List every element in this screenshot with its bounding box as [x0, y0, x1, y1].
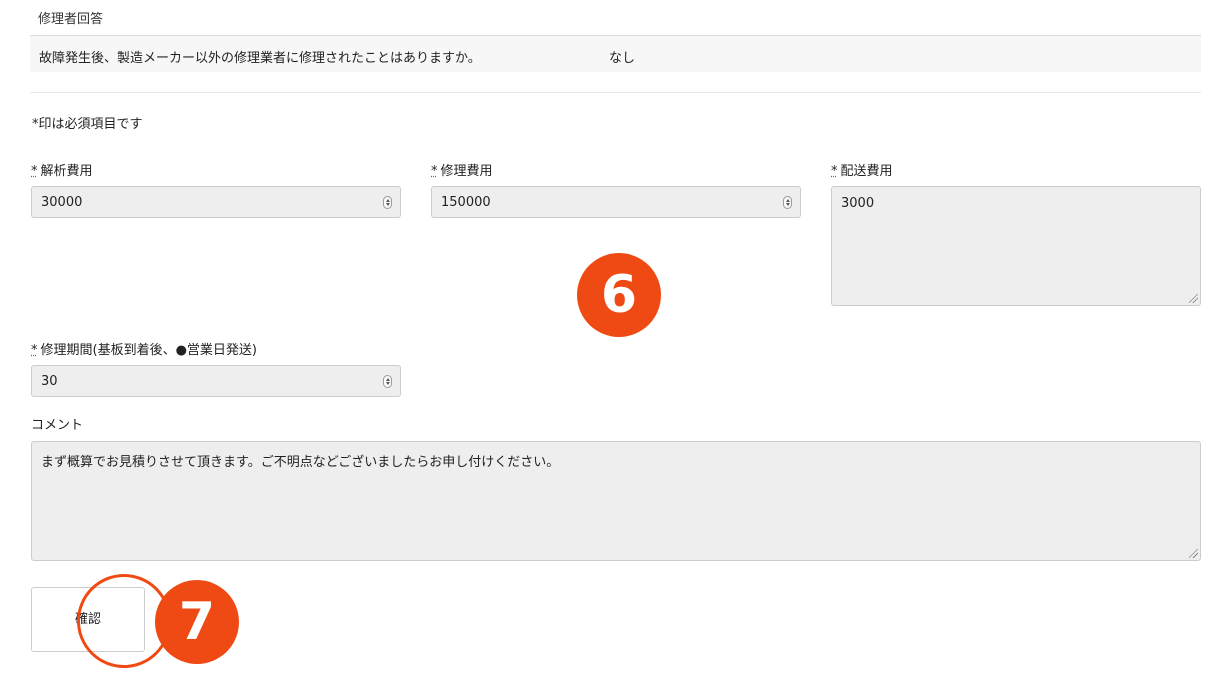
resize-grip-icon[interactable] — [1189, 294, 1198, 303]
required-mark: * — [31, 343, 38, 358]
required-mark: * — [831, 164, 838, 179]
repair-period-label: * 修理期間(基板到着後、●営業日発送) — [31, 339, 257, 358]
section-title: 修理者回答 — [38, 12, 104, 27]
repair-fee-label-text: 修理費用 — [440, 164, 493, 179]
analysis-fee-label: * 解析費用 — [31, 160, 93, 179]
shipping-fee-textarea[interactable]: 3000 — [831, 186, 1201, 306]
answer-question: 故障発生後、製造メーカー以外の修理業者に修理されたことはありますか。 — [39, 51, 481, 66]
shipping-fee-value: 3000 — [841, 196, 875, 211]
shipping-fee-label-text: 配送費用 — [840, 164, 893, 179]
step-6-badge: 6 — [577, 253, 661, 337]
comment-textarea[interactable]: まず概算でお見積りさせて頂きます。ご不明点などございましたらお申し付けください。 — [31, 441, 1201, 561]
repair-period-value: 30 — [41, 374, 58, 389]
number-spinner-icon[interactable] — [383, 196, 392, 209]
repair-quote-page: 修理者回答 故障発生後、製造メーカー以外の修理業者に修理されたことはありますか。… — [0, 0, 1230, 700]
number-spinner-icon[interactable] — [783, 196, 792, 209]
required-note: *印は必須項目です — [32, 117, 143, 132]
answer-value: なし — [609, 51, 636, 66]
divider — [30, 92, 1201, 93]
repair-fee-input[interactable]: 150000 — [431, 186, 801, 218]
required-mark: * — [31, 164, 38, 179]
comment-label: コメント — [31, 418, 84, 433]
shipping-fee-label: * 配送費用 — [831, 160, 893, 179]
repair-fee-label: * 修理費用 — [431, 160, 493, 179]
required-mark: * — [431, 164, 438, 179]
analysis-fee-input[interactable]: 30000 — [31, 186, 401, 218]
repair-period-input[interactable]: 30 — [31, 365, 401, 397]
resize-grip-icon[interactable] — [1189, 549, 1198, 558]
confirm-button[interactable]: 確認 — [31, 587, 145, 652]
analysis-fee-value: 30000 — [41, 195, 83, 210]
step-7-badge: 7 — [155, 580, 239, 664]
analysis-fee-label-text: 解析費用 — [40, 164, 93, 179]
comment-value: まず概算でお見積りさせて頂きます。ご不明点などございましたらお申し付けください。 — [41, 455, 560, 470]
repair-fee-value: 150000 — [441, 195, 491, 210]
repair-period-label-text: 修理期間(基板到着後、●営業日発送) — [40, 343, 258, 358]
answer-row: 故障発生後、製造メーカー以外の修理業者に修理されたことはありますか。 なし — [30, 35, 1201, 72]
number-spinner-icon[interactable] — [383, 375, 392, 388]
